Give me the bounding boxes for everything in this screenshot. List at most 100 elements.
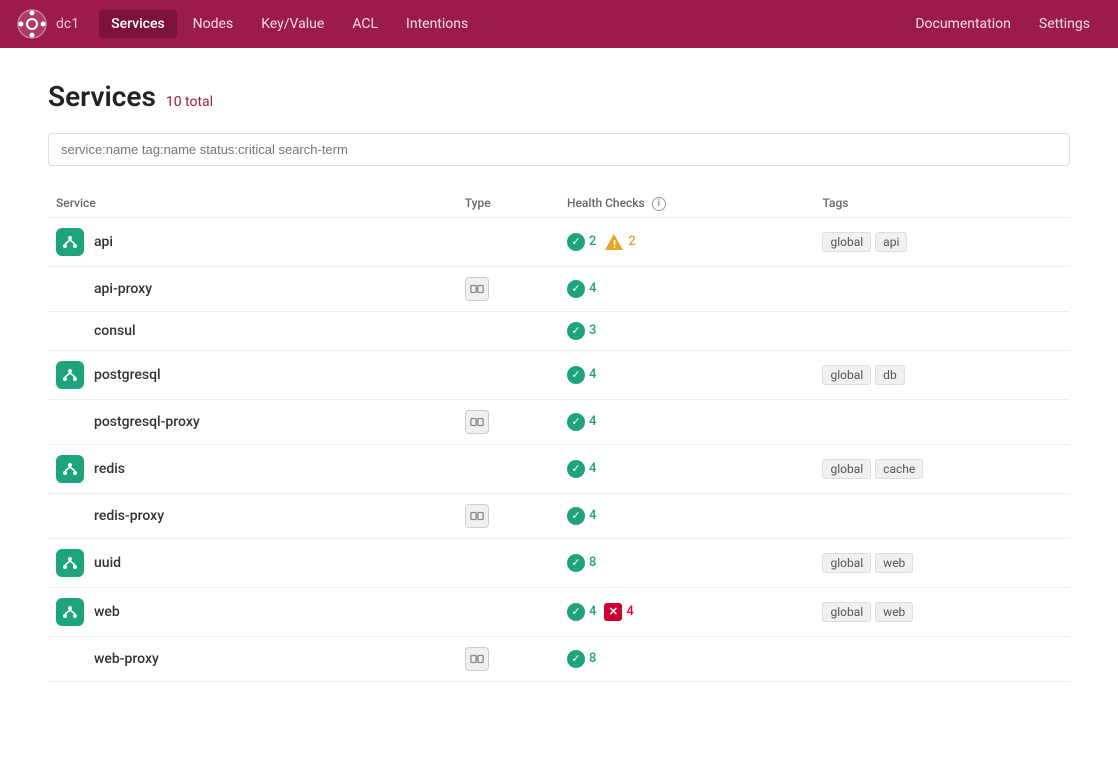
- warn-count: 2: [628, 234, 635, 249]
- health-checks-cell: ✓4: [559, 266, 815, 311]
- brand: dc1: [16, 8, 83, 40]
- proxy-type-icon: [465, 277, 489, 301]
- tags-cell: globaldb: [814, 350, 1070, 399]
- table-row[interactable]: postgresql-proxy ✓4: [48, 399, 1070, 444]
- table-row[interactable]: redis-proxy ✓4: [48, 493, 1070, 538]
- services-table: Service Type Health Checks i Tags api ✓ 2 …: [48, 190, 1070, 682]
- table-row[interactable]: redis✓4globalcache: [48, 444, 1070, 493]
- pass-icon: ✓: [567, 233, 585, 251]
- table-row[interactable]: web✓4✕4globalweb: [48, 587, 1070, 636]
- pass-icon: ✓: [567, 603, 585, 621]
- nav-settings[interactable]: Settings: [1027, 10, 1102, 38]
- service-type-cell: [457, 538, 559, 587]
- pass-icon: ✓: [567, 366, 585, 384]
- tag-badge: web: [875, 602, 913, 622]
- service-name-cell: api: [56, 228, 449, 256]
- health-pass-item: ✓4: [567, 460, 596, 478]
- col-header-health: Health Checks i: [559, 190, 815, 217]
- crit-icon: ✕: [604, 603, 622, 621]
- page-title: Services: [48, 80, 156, 113]
- health-checks-cell: ✓4: [559, 399, 815, 444]
- service-type-icon: [56, 598, 84, 626]
- page-header: Services 10 total: [48, 80, 1070, 113]
- pass-count: 4: [589, 414, 596, 429]
- pass-icon: ✓: [567, 460, 585, 478]
- proxy-type-icon: [465, 504, 489, 528]
- health-checks-cell: ✓ 2 ! 2: [559, 217, 815, 266]
- pass-count: 2: [589, 234, 596, 249]
- service-name-label: redis-proxy: [94, 508, 164, 524]
- nav-acl[interactable]: ACL: [340, 10, 390, 38]
- pass-count: 8: [589, 651, 596, 666]
- table-row[interactable]: postgresql✓4globaldb: [48, 350, 1070, 399]
- service-name-cell: consul: [94, 323, 449, 339]
- health-pass-item: ✓4: [567, 603, 596, 621]
- service-name-label: api: [94, 234, 113, 250]
- pass-icon: ✓: [567, 280, 585, 298]
- service-name-cell: web: [56, 598, 449, 626]
- nav-keyvalue[interactable]: Key/Value: [249, 10, 336, 38]
- health-checks-cell: ✓4 ✕ 4: [559, 587, 815, 636]
- tags-cell: [814, 636, 1070, 681]
- nav-services[interactable]: Services: [99, 10, 177, 38]
- service-type-cell: [457, 636, 559, 681]
- search-input[interactable]: [48, 133, 1070, 166]
- col-header-tags: Tags: [814, 190, 1070, 217]
- pass-count: 8: [589, 555, 596, 570]
- tags-cell: [814, 311, 1070, 350]
- nav-right: Documentation Settings: [903, 10, 1102, 38]
- pass-count: 4: [589, 604, 596, 619]
- tags-cell: [814, 266, 1070, 311]
- pass-icon: ✓: [567, 650, 585, 668]
- service-name-label: postgresql-proxy: [94, 414, 200, 430]
- pass-count: 3: [589, 323, 596, 338]
- service-type-cell: [457, 444, 559, 493]
- pass-count: 4: [589, 508, 596, 523]
- health-checks-cell: ✓4: [559, 350, 815, 399]
- pass-icon: ✓: [567, 413, 585, 431]
- health-pass-item: ✓8: [567, 554, 596, 572]
- table-row[interactable]: uuid✓8globalweb: [48, 538, 1070, 587]
- service-type-icon: [56, 549, 84, 577]
- nav-documentation[interactable]: Documentation: [903, 10, 1023, 38]
- navbar: dc1 Services Nodes Key/Value ACL Intenti…: [0, 0, 1118, 48]
- consul-logo-icon: [16, 8, 48, 40]
- service-name-label: api-proxy: [94, 281, 152, 297]
- nav-intentions[interactable]: Intentions: [394, 10, 480, 38]
- tags-cell: globalweb: [814, 587, 1070, 636]
- health-pass-item: ✓4: [567, 507, 596, 525]
- health-pass-item: ✓4: [567, 366, 596, 384]
- pass-count: 4: [589, 367, 596, 382]
- tags-cell: globalapi: [814, 217, 1070, 266]
- tag-badge: global: [822, 602, 871, 622]
- table-row[interactable]: consul ✓3: [48, 311, 1070, 350]
- health-checks-cell: ✓3: [559, 311, 815, 350]
- table-row[interactable]: api-proxy ✓4: [48, 266, 1070, 311]
- service-name-label: web: [94, 604, 120, 620]
- health-checks-cell: ✓8: [559, 636, 815, 681]
- nav-links: Services Nodes Key/Value ACL Intentions: [99, 10, 903, 38]
- tag-badge: global: [822, 365, 871, 385]
- service-name-cell: postgresql-proxy: [94, 414, 449, 430]
- service-name-label: postgresql: [94, 367, 161, 383]
- pass-icon: ✓: [567, 554, 585, 572]
- service-type-cell: [457, 587, 559, 636]
- service-name-cell: redis-proxy: [94, 508, 449, 524]
- tag-badge: web: [875, 553, 913, 573]
- tags-cell: [814, 399, 1070, 444]
- service-type-cell: [457, 217, 559, 266]
- service-name-cell: uuid: [56, 549, 449, 577]
- tags-cell: globalweb: [814, 538, 1070, 587]
- tag-badge: global: [822, 459, 871, 479]
- tag-badge: api: [875, 232, 907, 252]
- col-header-type: Type: [457, 190, 559, 217]
- tags-cell: [814, 493, 1070, 538]
- svg-text:!: !: [613, 238, 616, 251]
- table-row[interactable]: web-proxy ✓8: [48, 636, 1070, 681]
- col-header-service: Service: [48, 190, 457, 217]
- service-name-cell: postgresql: [56, 361, 449, 389]
- table-row[interactable]: api ✓ 2 ! 2 globalapi: [48, 217, 1070, 266]
- dc-label: dc1: [56, 16, 79, 32]
- proxy-type-icon: [465, 647, 489, 671]
- nav-nodes[interactable]: Nodes: [181, 10, 246, 38]
